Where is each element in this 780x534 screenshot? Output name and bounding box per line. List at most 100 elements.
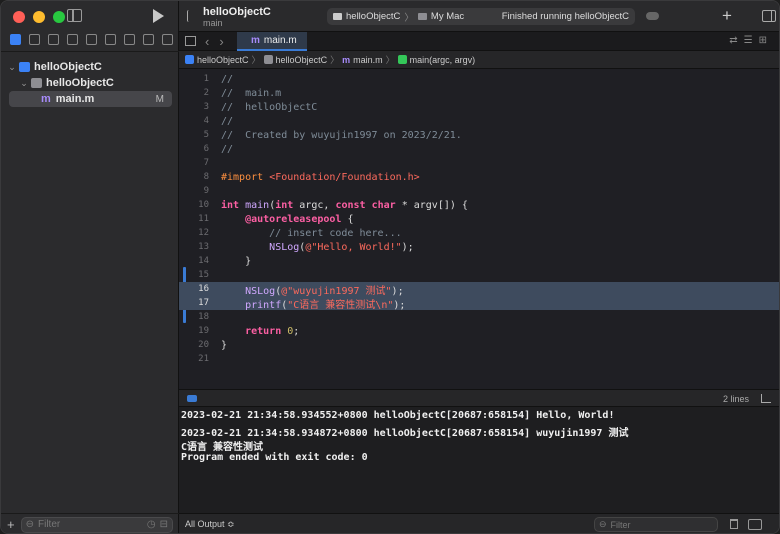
hide-debug-area-icon[interactable] [761, 394, 771, 403]
minimize-button[interactable] [33, 11, 45, 23]
test-navigator-icon[interactable] [105, 34, 116, 45]
project-icon [185, 55, 194, 64]
scm-filter-icon[interactable]: ⊟ [160, 519, 168, 530]
separator: 〉 [404, 12, 414, 24]
recent-files-icon[interactable]: ◷ [147, 519, 156, 530]
code-text: return 0; [245, 325, 300, 337]
run-button[interactable] [153, 9, 164, 23]
toolbar: helloObjectC main helloObjectC 〉 My Mac … [179, 1, 779, 31]
source-editor[interactable]: 1 // 2 // main.m 3 // helloObjectC 4 // 5 // … [179, 69, 779, 389]
line-number: 10 [198, 200, 209, 210]
trash-icon[interactable] [730, 519, 738, 529]
debug-navigator-icon[interactable] [124, 34, 135, 45]
code-text: } [221, 255, 252, 267]
jumpbar-crumb[interactable]: main(argc, argv) [410, 55, 476, 65]
console-output[interactable]: 2023-02-21 21:34:58.934552+0800 helloObj… [179, 407, 779, 513]
folder-icon [263, 55, 273, 64]
breakpoint-navigator-icon[interactable] [143, 34, 154, 45]
code-text: // helloObjectC [221, 101, 318, 113]
zoom-button[interactable] [53, 11, 65, 23]
output-selector[interactable]: All Output ≎ [185, 519, 235, 530]
line-number: 9 [203, 186, 209, 196]
line-number: 17 [198, 298, 209, 308]
console-line: 2023-02-21 21:34:58.934872+0800 helloObj… [181, 428, 629, 439]
code-line: 7 [179, 156, 779, 170]
code-line: 5 // Created by wuyujin1997 on 2023/2/21. [179, 128, 779, 142]
code-line: 10 int main(int argc, const char * argv[]… [179, 198, 779, 212]
tab-main-m[interactable]: m main.m [237, 32, 307, 51]
separator: 〉 [251, 55, 261, 65]
scheme-target[interactable]: helloObjectC [346, 11, 400, 22]
find-navigator-icon[interactable] [67, 34, 78, 45]
destination[interactable]: My Mac [431, 11, 464, 22]
line-number: 1 [203, 74, 209, 84]
chevron-down-icon[interactable]: ⌄ [7, 62, 17, 73]
code-line-selected: 16 NSLog(@"wuyujin1997 测试"); [179, 282, 779, 297]
project-navigator-icon[interactable] [10, 34, 21, 45]
symbol-navigator-icon[interactable] [48, 34, 59, 45]
function-icon [397, 55, 407, 64]
issue-navigator-icon[interactable] [86, 34, 97, 45]
scheme-activity-bar[interactable]: helloObjectC 〉 My Mac Finished running h… [327, 8, 635, 25]
code-line: 13 NSLog(@"Hello, World!"); [179, 240, 779, 254]
lines-count: 2 lines [722, 394, 749, 404]
branch-icon [187, 10, 196, 22]
nav-arrows-icon[interactable]: ‹› [205, 34, 234, 49]
separator: 〉 [330, 55, 340, 65]
chevron-down-icon[interactable]: ⌄ [19, 78, 29, 89]
add-button[interactable]: + [7, 517, 15, 532]
code-line: 8 #import <Foundation/Foundation.h> [179, 170, 779, 184]
tree-item-file[interactable]: m main.m M [9, 91, 172, 107]
project-title: helloObjectC [203, 6, 271, 18]
code-line: 14 } [179, 254, 779, 268]
code-line: 2 // main.m [179, 86, 779, 100]
code-text: // [221, 73, 234, 85]
split-view-icon[interactable] [748, 519, 762, 530]
navigator-sidebar: ⌄ helloObjectC ⌄ helloObjectC m main.m M… [1, 1, 179, 533]
code-line: 19 return 0; [179, 324, 779, 338]
sidebar-toggle-icon[interactable] [67, 9, 82, 22]
code-line: 15 [179, 268, 779, 282]
line-number: 3 [203, 102, 209, 112]
editor-options-icon[interactable]: ⇄☰⊞ [729, 35, 773, 46]
debug-area-icon[interactable] [187, 395, 197, 402]
line-number: 5 [203, 130, 209, 140]
filter-placeholder: Filter [610, 519, 631, 530]
code-text: printf("C语言 兼容性测试\n"); [245, 299, 406, 311]
code-text: @autoreleasepool { [245, 213, 354, 225]
modified-badge: M [155, 93, 164, 105]
jumpbar-crumb[interactable]: helloObjectC [197, 55, 249, 65]
related-items-icon[interactable] [185, 36, 196, 46]
console-filter-field[interactable]: ⊖ Filter [594, 517, 718, 532]
code-line-selected: 17 printf("C语言 兼容性测试\n"); [179, 296, 779, 311]
code-line: 18 [179, 310, 779, 324]
console-line: C语言 兼容性测试 [181, 442, 264, 453]
source-control-icon[interactable] [29, 34, 40, 45]
line-number: 13 [198, 242, 209, 252]
jumpbar-crumb[interactable]: main.m [353, 55, 383, 65]
tree-item-folder[interactable]: ⌄ helloObjectC [1, 75, 179, 91]
tree-item-project[interactable]: ⌄ helloObjectC [1, 59, 179, 75]
line-number: 7 [203, 158, 209, 168]
inspector-toggle-icon[interactable] [762, 10, 776, 22]
code-text: // insert code here... [221, 227, 402, 239]
folder-icon [31, 78, 42, 88]
report-navigator-icon[interactable] [162, 34, 173, 45]
close-button[interactable] [13, 11, 25, 23]
objc-file-icon: m [41, 93, 51, 105]
code-text: #import <Foundation/Foundation.h> [221, 171, 420, 183]
navigator-filter-field[interactable]: ⊖ Filter ◷ ⊟ [20, 516, 173, 533]
library-add-button[interactable]: + [722, 6, 732, 26]
mac-icon [417, 13, 427, 20]
tree-item-label: helloObjectC [46, 77, 114, 89]
tree-item-label: helloObjectC [34, 61, 102, 73]
cloud-icon[interactable] [646, 12, 659, 20]
line-number: 6 [203, 144, 209, 154]
line-number: 4 [203, 116, 209, 126]
code-line: 1 // [179, 72, 779, 86]
code-line: 9 [179, 184, 779, 198]
line-number: 2 [203, 88, 209, 98]
code-text: // [221, 143, 234, 155]
jumpbar-crumb[interactable]: helloObjectC [276, 55, 328, 65]
line-number: 8 [203, 172, 209, 182]
